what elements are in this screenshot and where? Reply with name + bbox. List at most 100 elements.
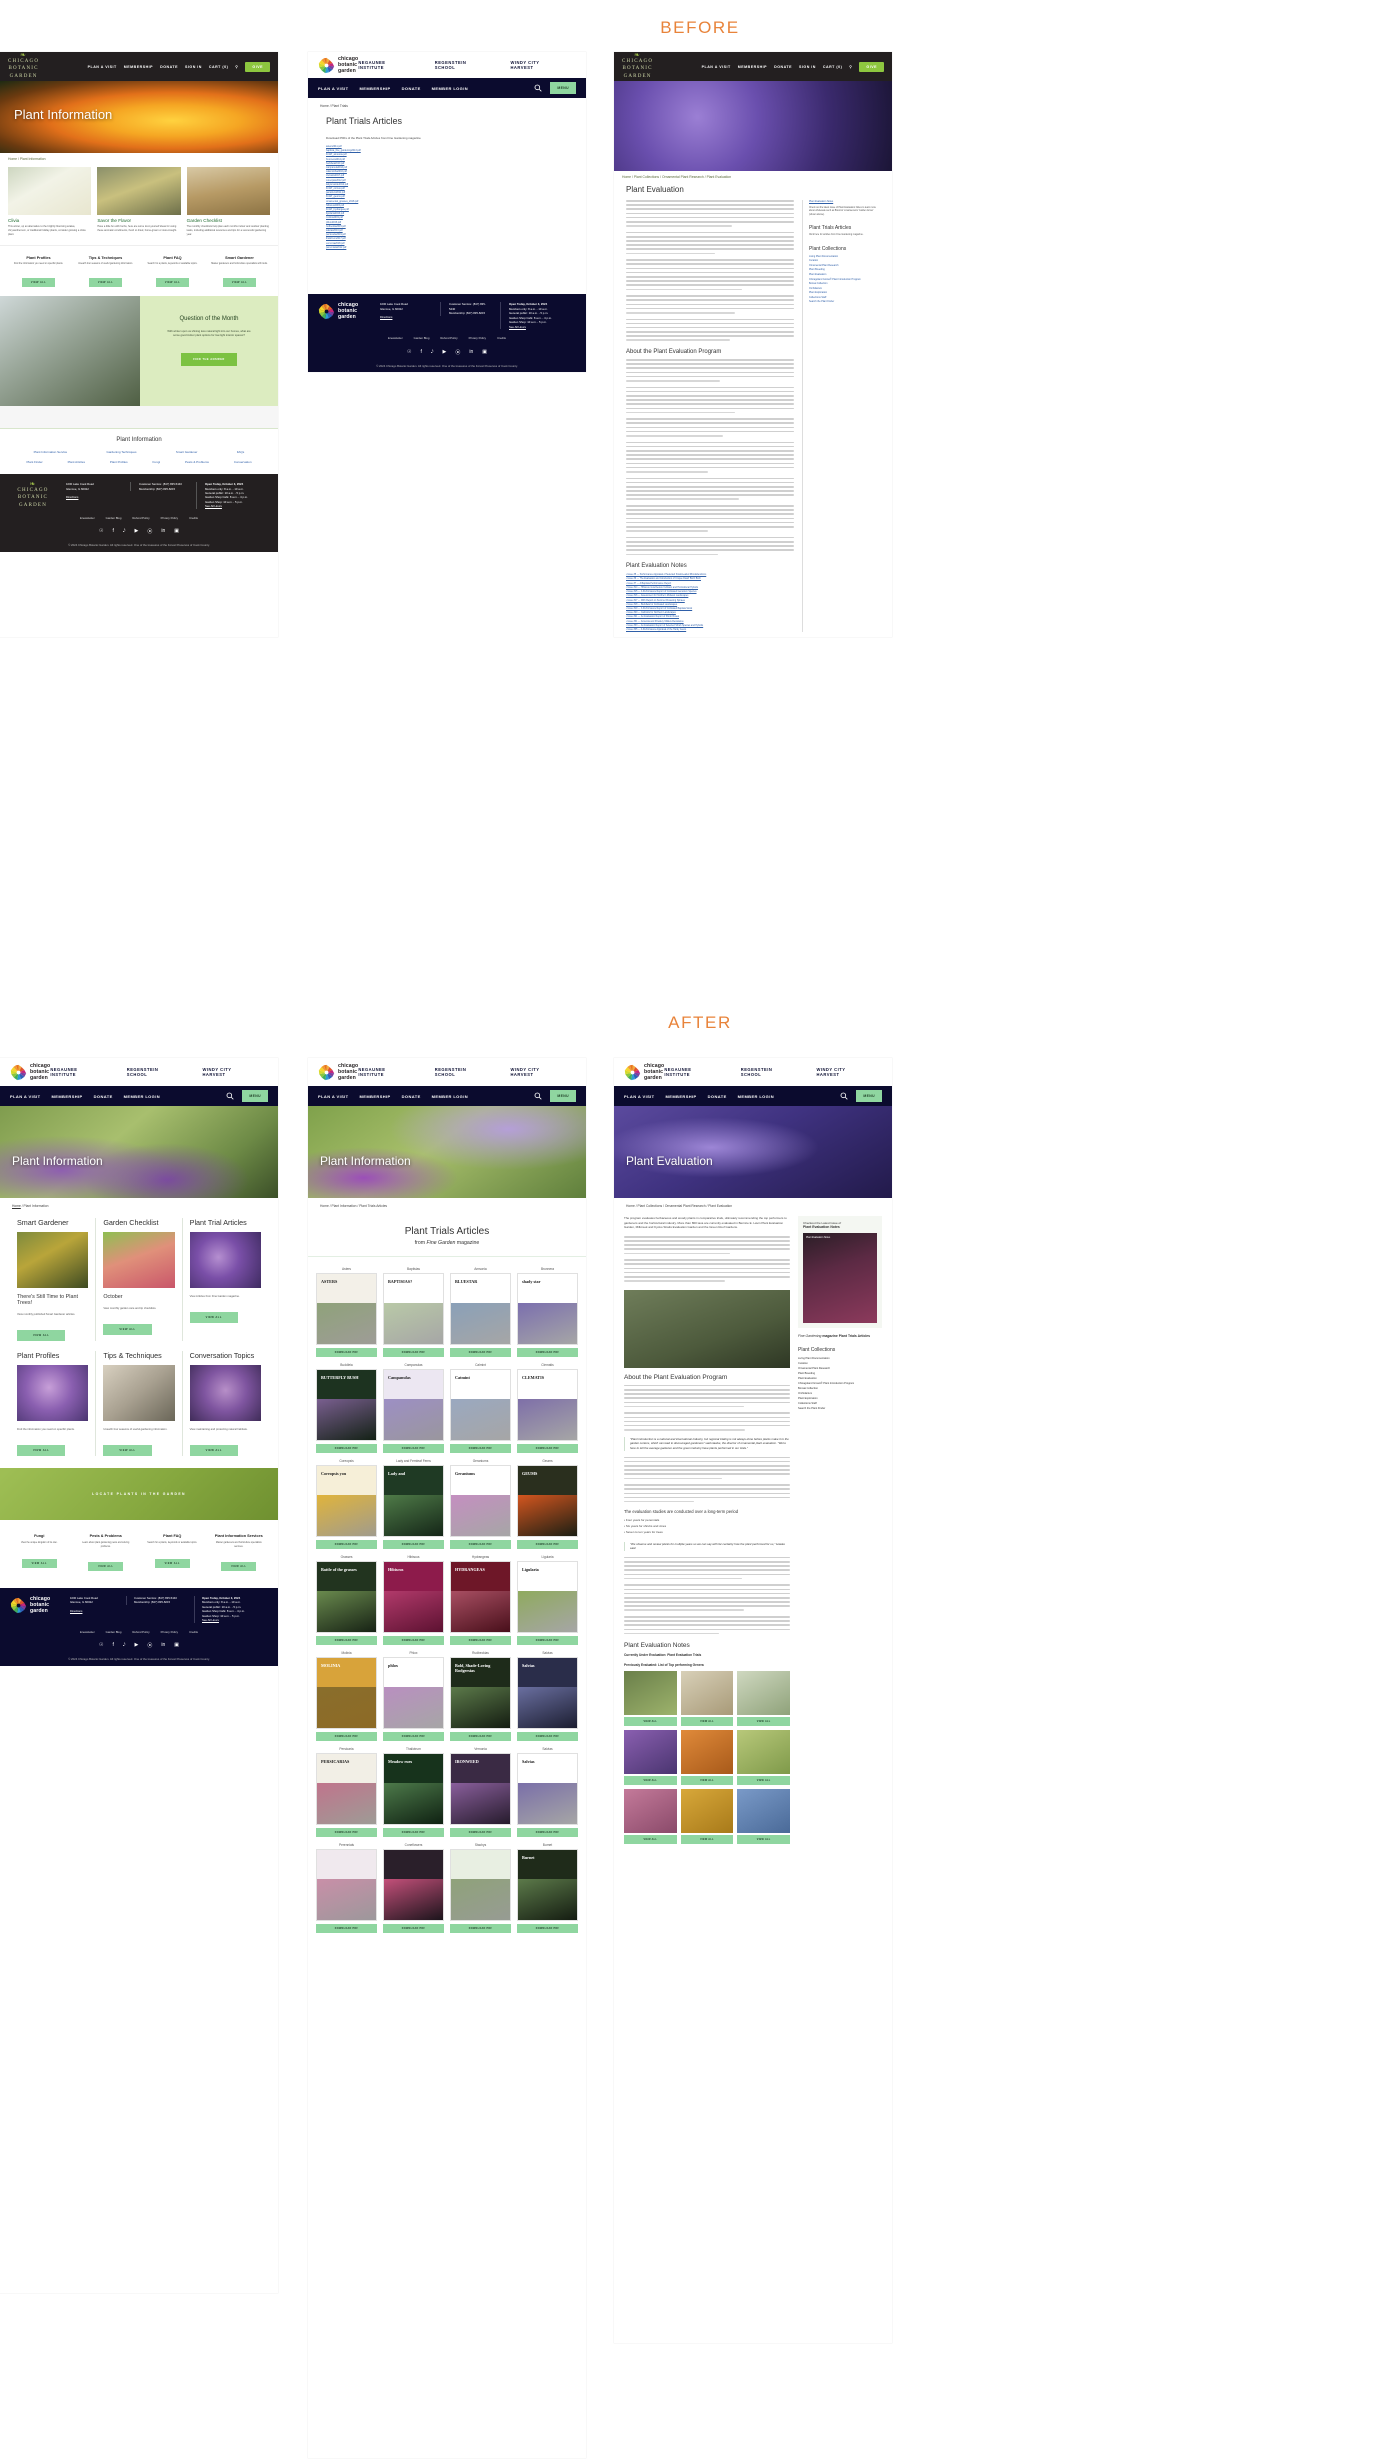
- download-pdf-button[interactable]: DOWNLOAD PDF: [450, 1348, 511, 1357]
- content-card[interactable]: Tips & Techniques Unearth four seasons of…: [95, 1351, 181, 1456]
- collection-link[interactable]: Search the Plant Finder: [809, 300, 880, 305]
- magazine-cover[interactable]: HYDRANGEAS: [450, 1561, 511, 1633]
- nav-windy-city-harvest[interactable]: WINDY CITY HARVEST: [510, 1067, 562, 1077]
- magazine-cover[interactable]: Lady and: [383, 1465, 444, 1537]
- see-all-hours-link[interactable]: See All Hours: [202, 1618, 268, 1622]
- collection-link[interactable]: Search the Plant Finder: [798, 1406, 882, 1411]
- view-all-button[interactable]: VIEW ALL: [88, 1562, 123, 1571]
- sidebar-link[interactable]: Click here for articles from Fine Garden…: [809, 234, 880, 237]
- instagram-icon[interactable]: ▣: [482, 349, 487, 356]
- genus-card[interactable]: VIEW ALL: [737, 1789, 790, 1844]
- download-pdf-button[interactable]: DOWNLOAD PDF: [316, 1444, 377, 1453]
- nav-cart[interactable]: CART (0): [823, 65, 842, 69]
- magazine-cover[interactable]: Campanulas: [383, 1369, 444, 1441]
- view-all-button[interactable]: VIEW ALL: [17, 1445, 65, 1456]
- nav-plan-a-visit[interactable]: PLAN A VISIT: [624, 1094, 655, 1099]
- magazine-cover[interactable]: IRONWEED: [450, 1753, 511, 1825]
- magazine-cover[interactable]: Burnet: [517, 1849, 578, 1921]
- instagram-icon[interactable]: ▣: [174, 1642, 179, 1649]
- tile[interactable]: Plant FAQ Search for a plants, keywords o…: [141, 1534, 204, 1572]
- menu-button[interactable]: MENU: [550, 1090, 576, 1102]
- index-link[interactable]: FAQs: [237, 450, 245, 454]
- magazine-cover[interactable]: Salvias: [517, 1753, 578, 1825]
- nav-plan-a-visit[interactable]: PLAN A VISIT: [702, 65, 731, 69]
- footer-link[interactable]: Garden Blog: [106, 516, 122, 520]
- facebook-icon[interactable]: f: [113, 1642, 114, 1649]
- footer-link[interactable]: Refund Policy: [132, 516, 149, 520]
- youtube-icon[interactable]: ▶: [134, 528, 138, 535]
- breadcrumb[interactable]: Home / Plant Collections / Ornamental Pl…: [614, 1198, 892, 1210]
- download-pdf-button[interactable]: DOWNLOAD PDF: [316, 1540, 377, 1549]
- card-title[interactable]: Garden Checklist: [187, 218, 270, 223]
- view-all-button[interactable]: VIEW ALL: [624, 1835, 677, 1844]
- breadcrumb-home[interactable]: Home: [12, 1204, 21, 1208]
- nav-membership[interactable]: MEMBERSHIP: [360, 86, 391, 91]
- nav-donate[interactable]: DONATE: [402, 1094, 421, 1099]
- flickr-icon[interactable]: ⦿: [147, 1642, 152, 1649]
- view-all-button[interactable]: VIEW ALL: [737, 1717, 790, 1726]
- pinterest-icon[interactable]: ☉: [99, 1642, 103, 1649]
- index-link[interactable]: Gardening Techniques: [107, 450, 137, 454]
- view-all-button[interactable]: VIEW ALL: [624, 1776, 677, 1785]
- content-card[interactable]: Plant Profiles Find the information you n…: [10, 1351, 95, 1456]
- index-link[interactable]: Plant Information Service: [34, 450, 68, 454]
- view-all-button[interactable]: VIEW ALL: [17, 1330, 65, 1341]
- nav-regenstein-school[interactable]: REGENSTEIN SCHOOL: [435, 60, 487, 70]
- nav-donate[interactable]: DONATE: [402, 86, 421, 91]
- youtube-icon[interactable]: ▶: [134, 1642, 138, 1649]
- tile[interactable]: Pests & Problems Learn about plant garden…: [75, 1534, 138, 1572]
- download-pdf-button[interactable]: DOWNLOAD PDF: [316, 1732, 377, 1741]
- nav-negaunee-institute[interactable]: NEGAUNEE INSTITUTE: [50, 1067, 102, 1077]
- view-all-button[interactable]: VIEW ALL: [190, 1445, 238, 1456]
- nav-member-login[interactable]: MEMBER LOGIN: [738, 1094, 774, 1099]
- feature-card[interactable]: Savor the Flavor Have a little fun with …: [97, 167, 180, 237]
- download-pdf-button[interactable]: DOWNLOAD PDF: [316, 1348, 377, 1357]
- tile[interactable]: Plant Information Services Master gardene…: [208, 1534, 271, 1572]
- search-icon[interactable]: [840, 1092, 848, 1100]
- footer-link[interactable]: Refund Policy: [132, 1630, 149, 1634]
- breadcrumb[interactable]: Home / Plant Information: [0, 1198, 278, 1210]
- view-all-button[interactable]: VIEW ALL: [221, 1562, 256, 1571]
- search-icon[interactable]: [534, 1092, 542, 1100]
- nav-membership[interactable]: MEMBERSHIP: [52, 1094, 83, 1099]
- download-pdf-button[interactable]: DOWNLOAD PDF: [383, 1540, 444, 1549]
- tile[interactable]: Fungi View the unique kingdom of its own.…: [8, 1534, 71, 1572]
- download-pdf-button[interactable]: DOWNLOAD PDF: [383, 1732, 444, 1741]
- index-link[interactable]: Smart Gardener: [176, 450, 198, 454]
- see-all-hours-link[interactable]: See All Hours: [205, 504, 268, 508]
- download-pdf-button[interactable]: DOWNLOAD PDF: [517, 1636, 578, 1645]
- download-pdf-button[interactable]: DOWNLOAD PDF: [383, 1348, 444, 1357]
- magazine-cover[interactable]: [316, 1849, 377, 1921]
- facebook-icon[interactable]: f: [421, 349, 422, 356]
- magazine-cover[interactable]: MOLINIA: [316, 1657, 377, 1729]
- menu-button[interactable]: MENU: [242, 1090, 268, 1102]
- magazine-cover[interactable]: GEUMS: [517, 1465, 578, 1537]
- content-card[interactable]: Conversation Topics View maintaining and …: [182, 1351, 268, 1456]
- logo[interactable]: chicago botanic garden: [318, 1063, 358, 1081]
- download-pdf-button[interactable]: DOWNLOAD PDF: [316, 1828, 377, 1837]
- content-card[interactable]: Plant Trial Articles View Articles from F…: [182, 1218, 268, 1341]
- nav-membership[interactable]: MEMBERSHIP: [124, 65, 153, 69]
- footer-link[interactable]: Enewsletter: [80, 516, 95, 520]
- download-pdf-button[interactable]: DOWNLOAD PDF: [383, 1828, 444, 1837]
- footer-link[interactable]: Credits: [189, 1630, 198, 1634]
- logo[interactable]: chicago botanic garden: [624, 1063, 664, 1081]
- index-link[interactable]: Plant Finder: [26, 460, 42, 464]
- footer-link[interactable]: Privacy Policy: [161, 1630, 178, 1634]
- give-button[interactable]: GIVE: [245, 62, 270, 72]
- magazine-cover[interactable]: [450, 1849, 511, 1921]
- view-all-button[interactable]: VIEW ALL: [681, 1717, 734, 1726]
- directions-link[interactable]: Directions: [66, 495, 120, 499]
- facebook-icon[interactable]: f: [113, 528, 114, 535]
- nav-cart[interactable]: CART (0): [209, 65, 228, 69]
- breadcrumb[interactable]: Home / Plant Information: [0, 153, 278, 165]
- magazine-cover[interactable]: Hibiscus: [383, 1561, 444, 1633]
- nav-plan-a-visit[interactable]: PLAN A VISIT: [318, 1094, 349, 1099]
- view-all-button[interactable]: VIEW ALL: [223, 278, 256, 287]
- linkedin-icon[interactable]: in: [469, 349, 473, 356]
- view-all-button[interactable]: VIEW ALL: [103, 1324, 151, 1335]
- view-all-button[interactable]: VIEW ALL: [89, 278, 122, 287]
- magazine-cover[interactable]: shady star: [517, 1273, 578, 1345]
- card-title[interactable]: Clivia: [8, 218, 91, 223]
- footer-link[interactable]: Credits: [497, 336, 506, 340]
